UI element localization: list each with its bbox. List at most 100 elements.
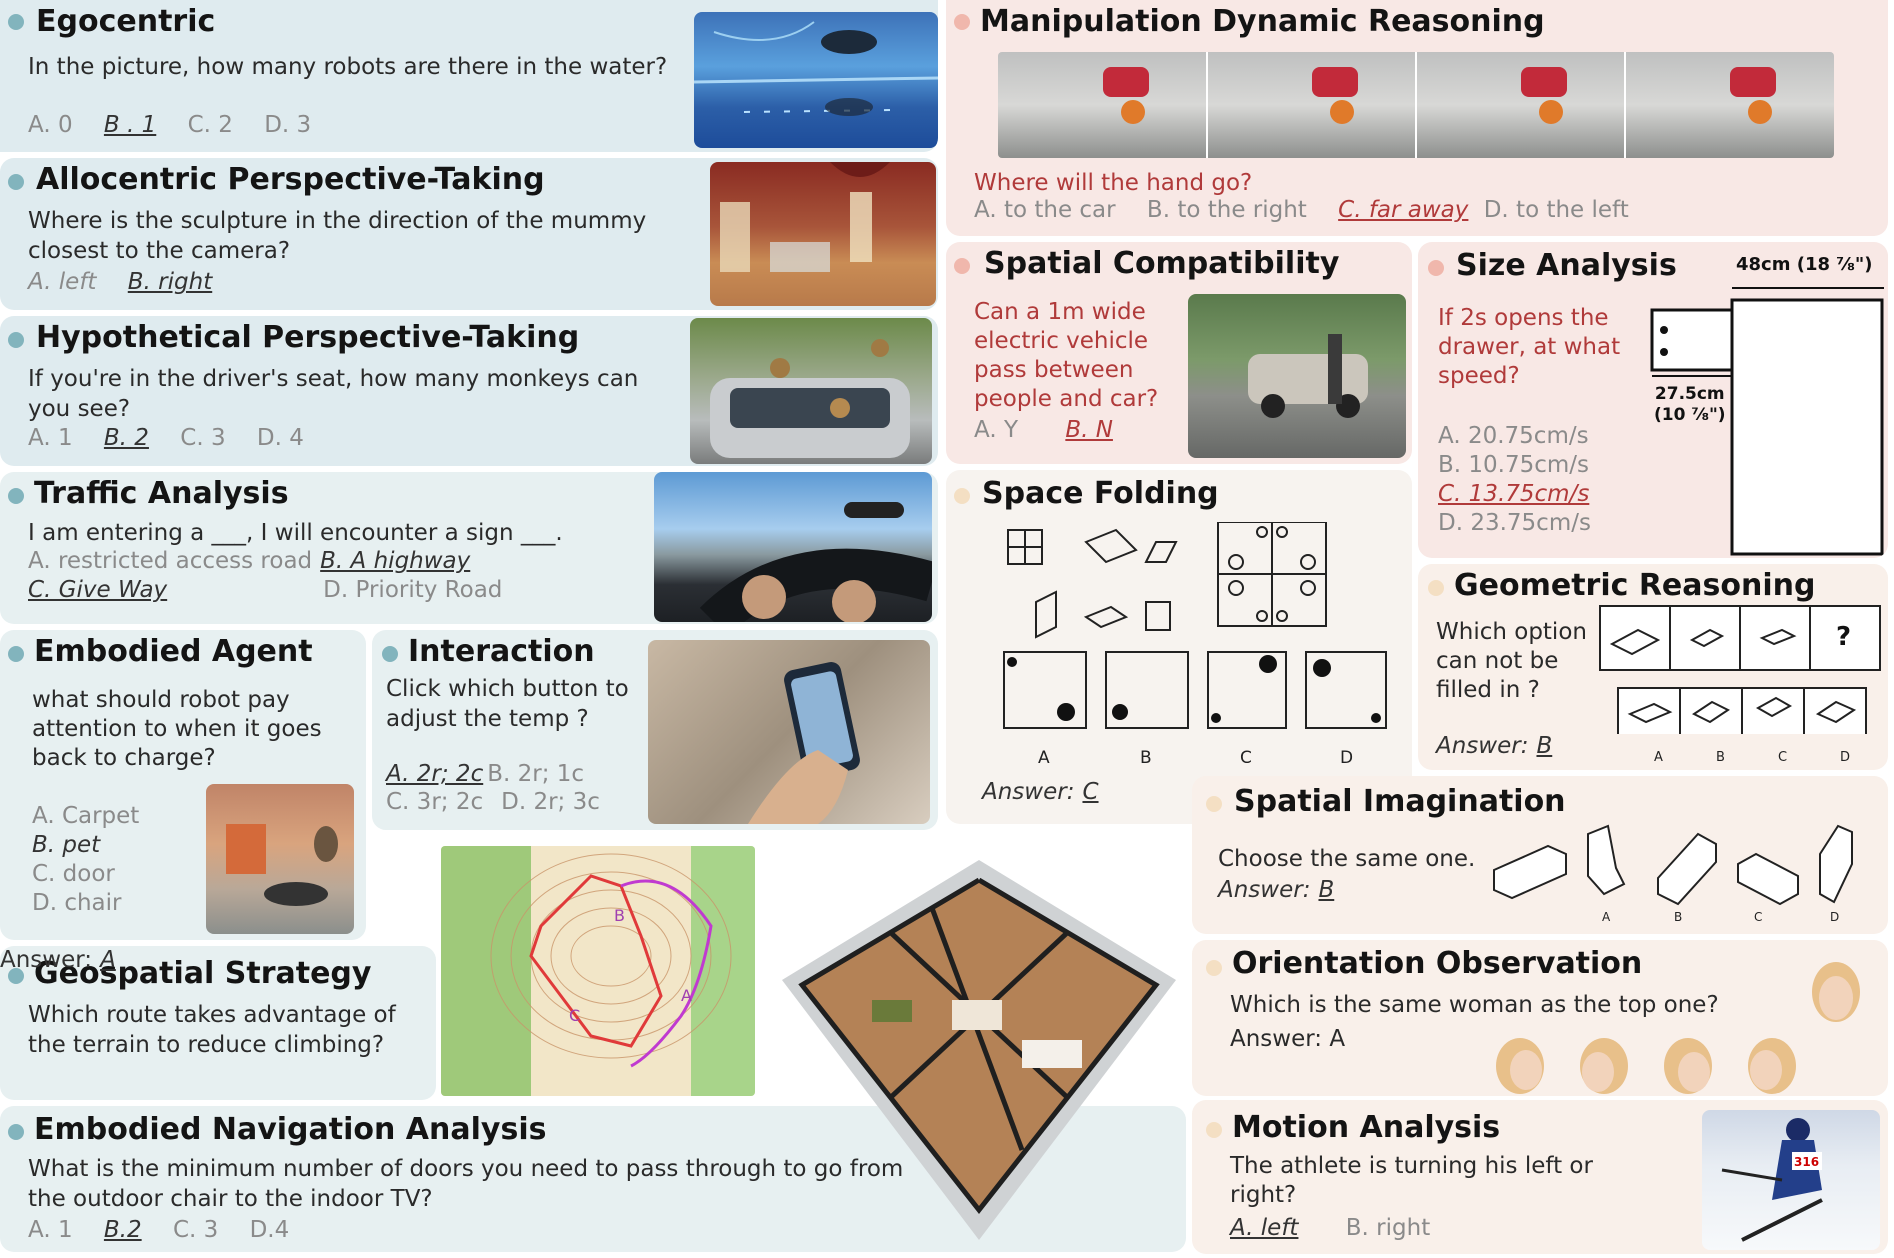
- panel-title: Spatial Compatibility: [984, 246, 1340, 281]
- answer-label: Answer:: [982, 779, 1075, 805]
- choice-d: D: [1830, 910, 1840, 924]
- imagination-choice-labels: A B C D: [1488, 910, 1878, 928]
- answer-label: Answer:: [0, 947, 93, 973]
- imagination-shapes: [1493, 824, 1853, 906]
- topographic-map: B C A: [441, 846, 755, 1096]
- question: If 2s opens the drawer, at what speed?: [1438, 305, 1621, 389]
- panel-title: Traffic Analysis: [34, 476, 289, 511]
- options: A. 1 B.2 C. 3 D.4: [28, 1216, 313, 1245]
- choice-b: B: [1674, 910, 1683, 924]
- option-d: D. 3: [264, 112, 312, 138]
- panel-title: Hypothetical Perspective-Taking: [36, 320, 580, 355]
- bullet-icon: [1206, 1122, 1222, 1138]
- choice-c: C: [1240, 748, 1252, 768]
- bullet-icon: [1428, 260, 1444, 276]
- options: A. left B. right: [28, 268, 236, 297]
- panel-title: Embodied Agent: [34, 634, 313, 669]
- robot-vacuum-room-photo: [206, 784, 354, 934]
- bullet-icon: [1206, 960, 1222, 976]
- monkeys-car-photo: [690, 318, 932, 464]
- choice-a: A: [1602, 910, 1611, 924]
- choice-b: B: [1140, 748, 1152, 768]
- bullet-icon: [8, 488, 24, 504]
- option-b: B. A highway: [320, 548, 471, 574]
- choice-a: A: [1038, 748, 1050, 768]
- street-car-person-photo: [1188, 294, 1406, 458]
- question: Which route takes advantage of the terra…: [28, 1002, 396, 1058]
- option-b: B. right: [1345, 1215, 1431, 1241]
- panel-manipulation: Manipulation Dynamic Reasoning Where wil…: [946, 0, 1888, 236]
- option-c-correct: C. 13.75cm/s: [1438, 481, 1590, 507]
- option-a: A. 20.75cm/s: [1438, 423, 1589, 449]
- panel-traffic: Traffic Analysis I am entering a ___, I …: [0, 472, 938, 624]
- option-a: A. Carpet: [32, 803, 140, 829]
- panel-title: Allocentric Perspective-Taking: [36, 162, 545, 197]
- bullet-icon: [1206, 796, 1222, 812]
- panel-geometric: Geometric Reasoning Which option can not…: [1418, 564, 1888, 770]
- option-b-correct: B.2: [103, 1217, 142, 1243]
- question: I am entering a ___, I will encounter a …: [28, 520, 563, 546]
- answer: Answer: C: [982, 778, 1123, 807]
- question: If you're in the driver's seat, how many…: [28, 366, 639, 422]
- option-row-2: C. Give Way D. Priority Road: [28, 576, 526, 605]
- dimension-mid-label: 27.5cm (10 ⅞"): [1654, 384, 1726, 426]
- option-b: B. 10.75cm/s: [1438, 452, 1590, 478]
- question: Can a 1m wide electric vehicle pass betw…: [974, 299, 1159, 412]
- bullet-icon: [382, 646, 398, 662]
- answer-value: B: [1318, 877, 1335, 903]
- option-b-correct: B. N: [1065, 417, 1113, 443]
- driving-road-photo: [654, 472, 932, 622]
- option-d: D. 4: [256, 425, 304, 451]
- question: Which option can not be filled in ?: [1436, 619, 1587, 703]
- option-c: C. 3: [180, 425, 226, 451]
- museum-photo: [710, 162, 936, 306]
- option-b-correct: B . 1: [103, 112, 157, 138]
- choice-d: D: [1340, 748, 1354, 768]
- option-a: A. 0: [28, 112, 73, 138]
- bullet-icon: [954, 488, 970, 504]
- question: The athlete is turning his left or right…: [1230, 1153, 1593, 1208]
- answer: Answer: A: [1230, 1026, 1346, 1052]
- folding-choice-labels: A B C D: [996, 748, 1396, 770]
- question: Where will the hand go?: [974, 170, 1253, 196]
- bullet-icon: [954, 14, 970, 30]
- answer-value: B: [1536, 733, 1553, 759]
- panel-egocentric: Egocentric In the picture, how many robo…: [0, 0, 938, 152]
- option-c: C. 3: [172, 1217, 219, 1243]
- options: A. 1 B. 2 C. 3 D. 4: [28, 424, 328, 453]
- panel-title: Geometric Reasoning: [1454, 568, 1816, 603]
- option-d: D. chair: [32, 890, 122, 916]
- option-b: B. 2r; 1c: [487, 761, 585, 787]
- choice-d: D: [1840, 750, 1851, 765]
- option-a: A. 1: [28, 425, 73, 451]
- bullet-icon: [8, 174, 24, 190]
- manipulation-frames-strip: [998, 52, 1834, 158]
- dimension-mid-value-inch: (10 ⅞"): [1654, 405, 1726, 425]
- answer-value: C: [1082, 779, 1099, 805]
- woman-faces: [1496, 962, 1860, 1094]
- option-d: D.4: [249, 1217, 290, 1243]
- option-a: A. Y: [974, 417, 1019, 443]
- options: A. Y B. N: [974, 416, 1137, 445]
- isometric-house-render: [772, 840, 1186, 1244]
- bullet-icon: [8, 14, 24, 30]
- question: In the picture, how many robots are ther…: [28, 54, 668, 80]
- option-c: C. 2: [187, 112, 233, 138]
- answer: Answer: A: [0, 946, 140, 975]
- option-c: C. door: [32, 861, 115, 887]
- panel-compatibility: Spatial Compatibility Can a 1m wide elec…: [946, 242, 1412, 464]
- option-row-2: C. 3r; 2c D. 2r; 3c: [386, 788, 624, 817]
- skier-photo: 316: [1702, 1110, 1880, 1250]
- choice-b: B: [1716, 750, 1725, 765]
- question: Choose the same one.: [1218, 846, 1476, 872]
- panel-title: Spatial Imagination: [1234, 784, 1566, 819]
- panel-imagination: Spatial Imagination Choose the same one.…: [1192, 776, 1888, 934]
- option-b-correct: B. 2: [103, 425, 149, 451]
- option-d: D. Priority Road: [323, 577, 503, 603]
- underwater-robots-photo: [694, 12, 938, 148]
- panel-title: Embodied Navigation Analysis: [34, 1112, 547, 1147]
- map-label-b: B: [614, 906, 625, 925]
- panel-title: Manipulation Dynamic Reasoning: [980, 4, 1545, 39]
- option-d: D. 2r; 3c: [501, 789, 600, 815]
- option-b: B. to the right: [1146, 197, 1307, 223]
